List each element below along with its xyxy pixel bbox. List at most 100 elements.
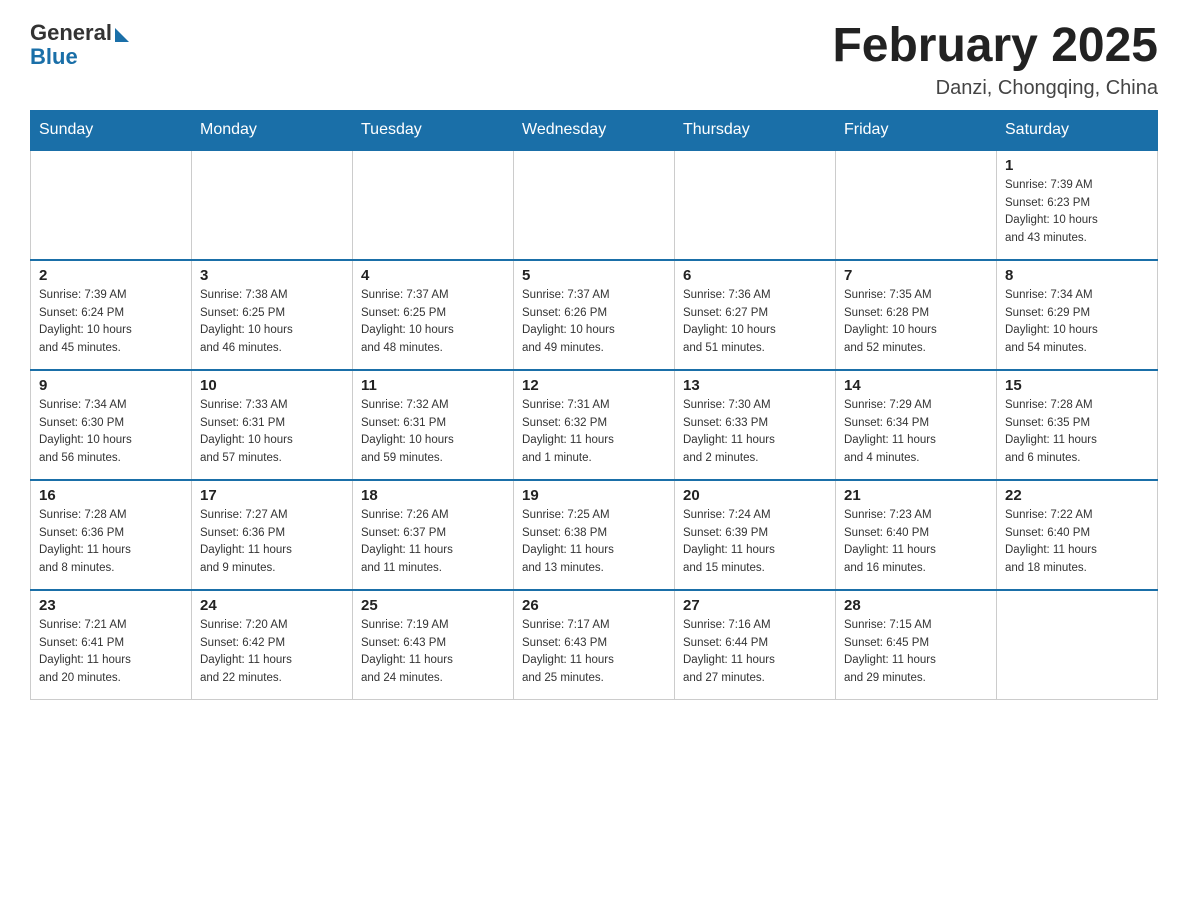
weekday-header-sunday: Sunday xyxy=(31,110,192,150)
day-info: Sunrise: 7:21 AM Sunset: 6:41 PM Dayligh… xyxy=(39,617,183,688)
day-number: 26 xyxy=(522,597,666,614)
calendar-cell: 28 Sunrise: 7:15 AM Sunset: 6:45 PM Dayli… xyxy=(836,590,997,700)
day-number: 22 xyxy=(1005,487,1149,504)
day-number: 23 xyxy=(39,597,183,614)
calendar-cell: 13 Sunrise: 7:30 AM Sunset: 6:33 PM Dayli… xyxy=(675,370,836,480)
day-info: Sunrise: 7:24 AM Sunset: 6:39 PM Dayligh… xyxy=(683,507,827,578)
day-info: Sunrise: 7:29 AM Sunset: 6:34 PM Dayligh… xyxy=(844,397,988,468)
month-title: February 2025 xyxy=(832,20,1158,73)
calendar-cell: 12 Sunrise: 7:31 AM Sunset: 6:32 PM Dayli… xyxy=(514,370,675,480)
calendar-cell: 24 Sunrise: 7:20 AM Sunset: 6:42 PM Dayli… xyxy=(192,590,353,700)
day-info: Sunrise: 7:35 AM Sunset: 6:28 PM Dayligh… xyxy=(844,287,988,358)
calendar-cell: 20 Sunrise: 7:24 AM Sunset: 6:39 PM Dayli… xyxy=(675,480,836,590)
day-number: 8 xyxy=(1005,267,1149,284)
day-number: 15 xyxy=(1005,377,1149,394)
calendar-cell: 18 Sunrise: 7:26 AM Sunset: 6:37 PM Dayli… xyxy=(353,480,514,590)
calendar-cell: 23 Sunrise: 7:21 AM Sunset: 6:41 PM Dayli… xyxy=(31,590,192,700)
calendar-cell xyxy=(192,150,353,260)
calendar-cell: 2 Sunrise: 7:39 AM Sunset: 6:24 PM Daylig… xyxy=(31,260,192,370)
calendar-cell: 11Sunrise: 7:32 AM Sunset: 6:31 PM Dayli… xyxy=(353,370,514,480)
calendar-cell: 27 Sunrise: 7:16 AM Sunset: 6:44 PM Dayli… xyxy=(675,590,836,700)
calendar-cell: 9Sunrise: 7:34 AM Sunset: 6:30 PM Daylig… xyxy=(31,370,192,480)
day-number: 17 xyxy=(200,487,344,504)
logo-arrow-icon xyxy=(115,28,129,42)
weekday-header-thursday: Thursday xyxy=(675,110,836,150)
day-info: Sunrise: 7:31 AM Sunset: 6:32 PM Dayligh… xyxy=(522,397,666,468)
calendar-cell: 8 Sunrise: 7:34 AM Sunset: 6:29 PM Daylig… xyxy=(997,260,1158,370)
day-info: Sunrise: 7:27 AM Sunset: 6:36 PM Dayligh… xyxy=(200,507,344,578)
day-info: Sunrise: 7:34 AM Sunset: 6:29 PM Dayligh… xyxy=(1005,287,1149,358)
logo: General Blue xyxy=(30,20,129,70)
day-number: 20 xyxy=(683,487,827,504)
weekday-header-saturday: Saturday xyxy=(997,110,1158,150)
day-info: Sunrise: 7:30 AM Sunset: 6:33 PM Dayligh… xyxy=(683,397,827,468)
calendar-cell xyxy=(675,150,836,260)
day-info: Sunrise: 7:25 AM Sunset: 6:38 PM Dayligh… xyxy=(522,507,666,578)
day-info: Sunrise: 7:28 AM Sunset: 6:36 PM Dayligh… xyxy=(39,507,183,578)
day-info: Sunrise: 7:19 AM Sunset: 6:43 PM Dayligh… xyxy=(361,617,505,688)
day-info: Sunrise: 7:37 AM Sunset: 6:25 PM Dayligh… xyxy=(361,287,505,358)
day-number: 24 xyxy=(200,597,344,614)
logo-blue-text: Blue xyxy=(30,44,78,70)
logo-general-text: General xyxy=(30,20,112,46)
day-number: 13 xyxy=(683,377,827,394)
calendar-cell: 19 Sunrise: 7:25 AM Sunset: 6:38 PM Dayli… xyxy=(514,480,675,590)
calendar-cell: 1 Sunrise: 7:39 AM Sunset: 6:23 PM Daylig… xyxy=(997,150,1158,260)
day-info: Sunrise: 7:22 AM Sunset: 6:40 PM Dayligh… xyxy=(1005,507,1149,578)
week-row-4: 16 Sunrise: 7:28 AM Sunset: 6:36 PM Dayli… xyxy=(31,480,1158,590)
day-number: 10 xyxy=(200,377,344,394)
calendar-cell: 10 Sunrise: 7:33 AM Sunset: 6:31 PM Dayli… xyxy=(192,370,353,480)
week-row-1: 1 Sunrise: 7:39 AM Sunset: 6:23 PM Daylig… xyxy=(31,150,1158,260)
day-number: 21 xyxy=(844,487,988,504)
day-number: 5 xyxy=(522,267,666,284)
week-row-5: 23 Sunrise: 7:21 AM Sunset: 6:41 PM Dayli… xyxy=(31,590,1158,700)
day-number: 16 xyxy=(39,487,183,504)
calendar-cell: 22 Sunrise: 7:22 AM Sunset: 6:40 PM Dayli… xyxy=(997,480,1158,590)
title-section: February 2025 Danzi, Chongqing, China xyxy=(832,20,1158,100)
calendar-cell: 21 Sunrise: 7:23 AM Sunset: 6:40 PM Dayli… xyxy=(836,480,997,590)
location-text: Danzi, Chongqing, China xyxy=(832,77,1158,100)
day-info: Sunrise: 7:39 AM Sunset: 6:23 PM Dayligh… xyxy=(1005,177,1149,248)
weekday-header-tuesday: Tuesday xyxy=(353,110,514,150)
weekday-header-monday: Monday xyxy=(192,110,353,150)
calendar-cell: 15 Sunrise: 7:28 AM Sunset: 6:35 PM Dayli… xyxy=(997,370,1158,480)
calendar-cell: 4 Sunrise: 7:37 AM Sunset: 6:25 PM Daylig… xyxy=(353,260,514,370)
day-info: Sunrise: 7:28 AM Sunset: 6:35 PM Dayligh… xyxy=(1005,397,1149,468)
calendar-cell: 17 Sunrise: 7:27 AM Sunset: 6:36 PM Dayli… xyxy=(192,480,353,590)
day-info: Sunrise: 7:15 AM Sunset: 6:45 PM Dayligh… xyxy=(844,617,988,688)
day-number: 28 xyxy=(844,597,988,614)
day-number: 12 xyxy=(522,377,666,394)
day-info: Sunrise: 7:36 AM Sunset: 6:27 PM Dayligh… xyxy=(683,287,827,358)
calendar-cell xyxy=(353,150,514,260)
day-number: 1 xyxy=(1005,157,1149,174)
day-info: Sunrise: 7:33 AM Sunset: 6:31 PM Dayligh… xyxy=(200,397,344,468)
day-number: 4 xyxy=(361,267,505,284)
calendar-cell xyxy=(31,150,192,260)
day-info: Sunrise: 7:16 AM Sunset: 6:44 PM Dayligh… xyxy=(683,617,827,688)
day-info: Sunrise: 7:39 AM Sunset: 6:24 PM Dayligh… xyxy=(39,287,183,358)
calendar-cell: 26Sunrise: 7:17 AM Sunset: 6:43 PM Dayli… xyxy=(514,590,675,700)
calendar-cell: 25Sunrise: 7:19 AM Sunset: 6:43 PM Dayli… xyxy=(353,590,514,700)
day-number: 11 xyxy=(361,377,505,394)
weekday-header-friday: Friday xyxy=(836,110,997,150)
day-number: 7 xyxy=(844,267,988,284)
week-row-3: 9Sunrise: 7:34 AM Sunset: 6:30 PM Daylig… xyxy=(31,370,1158,480)
day-number: 27 xyxy=(683,597,827,614)
day-info: Sunrise: 7:37 AM Sunset: 6:26 PM Dayligh… xyxy=(522,287,666,358)
day-number: 18 xyxy=(361,487,505,504)
page-header: General Blue February 2025 Danzi, Chongq… xyxy=(30,20,1158,100)
day-info: Sunrise: 7:23 AM Sunset: 6:40 PM Dayligh… xyxy=(844,507,988,578)
calendar-cell: 7 Sunrise: 7:35 AM Sunset: 6:28 PM Daylig… xyxy=(836,260,997,370)
weekday-header-wednesday: Wednesday xyxy=(514,110,675,150)
day-info: Sunrise: 7:20 AM Sunset: 6:42 PM Dayligh… xyxy=(200,617,344,688)
day-number: 19 xyxy=(522,487,666,504)
week-row-2: 2 Sunrise: 7:39 AM Sunset: 6:24 PM Daylig… xyxy=(31,260,1158,370)
day-info: Sunrise: 7:26 AM Sunset: 6:37 PM Dayligh… xyxy=(361,507,505,578)
day-number: 2 xyxy=(39,267,183,284)
calendar-cell: 16 Sunrise: 7:28 AM Sunset: 6:36 PM Dayli… xyxy=(31,480,192,590)
calendar-cell xyxy=(836,150,997,260)
calendar-cell: 14 Sunrise: 7:29 AM Sunset: 6:34 PM Dayli… xyxy=(836,370,997,480)
day-number: 14 xyxy=(844,377,988,394)
day-info: Sunrise: 7:38 AM Sunset: 6:25 PM Dayligh… xyxy=(200,287,344,358)
day-info: Sunrise: 7:34 AM Sunset: 6:30 PM Dayligh… xyxy=(39,397,183,468)
